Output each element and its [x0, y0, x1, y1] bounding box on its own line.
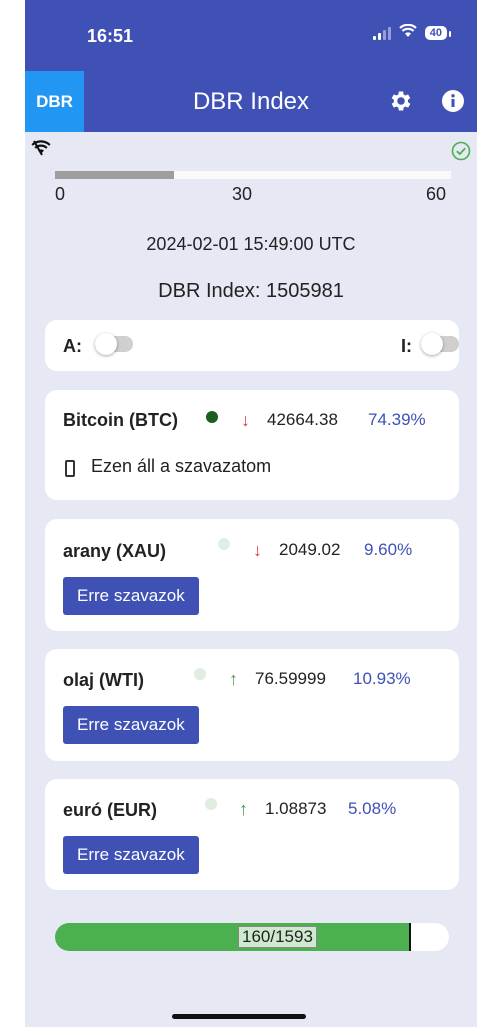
battery-icon: 40 [424, 25, 452, 40]
status-dot [206, 411, 218, 423]
asset-name: arany (XAU) [63, 541, 167, 561]
asset-card-wti: olaj (WTI) ↑ 76.59999 10.93% Erre szavaz… [45, 649, 459, 761]
toggle-a-switch[interactable] [95, 333, 133, 355]
status-time: 16:51 [87, 26, 134, 46]
index-value: DBR Index: 1505981 [158, 280, 344, 302]
status-dot [218, 538, 230, 550]
arrow-up-icon: ↑ [239, 799, 248, 819]
vote-button[interactable]: Erre szavazok [63, 836, 199, 874]
vote-progress-fill [55, 923, 410, 951]
toggle-i-switch[interactable] [421, 333, 459, 355]
app-bar: DBR DBR Index [25, 68, 477, 132]
timer-progress-bar [55, 171, 451, 179]
asset-price: 2049.02 [279, 540, 341, 559]
wifi-status-icon [398, 23, 417, 41]
asset-percent: 9.60% [364, 540, 413, 559]
status-icons: 40 [372, 23, 452, 41]
timer-tick-60: 60 [426, 184, 447, 204]
status-dot [194, 668, 206, 680]
phone-icon [65, 460, 75, 477]
asset-card-btc: Bitcoin (BTC) ↓ 42664.38 74.39% Ezen áll… [45, 390, 459, 500]
status-bar: 16:51 40 [25, 0, 477, 68]
asset-percent: 5.08% [348, 799, 397, 818]
wifi-icon [31, 140, 51, 156]
asset-price: 1.08873 [265, 799, 327, 818]
arrow-down-icon: ↓ [241, 410, 250, 430]
asset-percent: 74.39% [368, 410, 426, 429]
asset-price: 42664.38 [267, 410, 338, 429]
toggle-i-label: I: [401, 336, 412, 356]
vote-status: Ezen áll a szavazatom [91, 456, 272, 476]
timer-progress-fill [55, 171, 174, 179]
vote-button[interactable]: Erre szavazok [63, 577, 199, 615]
asset-card-xau: arany (XAU) ↓ 2049.02 9.60% Erre szavazo… [45, 519, 459, 631]
timer-tick-0: 0 [55, 184, 66, 204]
home-indicator [172, 1014, 306, 1019]
arrow-down-icon: ↓ [253, 540, 262, 560]
vote-progress-label: 160/1593 [238, 926, 317, 948]
asset-name: olaj (WTI) [63, 670, 144, 690]
arrow-up-icon: ↑ [229, 669, 238, 689]
info-icon[interactable] [441, 89, 465, 113]
asset-card-eur: euró (EUR) ↑ 1.08873 5.08% Erre szavazok [45, 779, 459, 890]
check-circle-icon [451, 141, 471, 161]
vote-progress-marker [408, 923, 411, 951]
asset-name: euró (EUR) [63, 800, 157, 820]
asset-price: 76.59999 [255, 669, 326, 688]
phone-screen: 16:51 40 DBR DBR Index 0 30 60 2024-02-0… [25, 0, 477, 1027]
toggle-a-label: A: [63, 336, 82, 356]
asset-name: Bitcoin (BTC) [63, 410, 178, 430]
vote-button[interactable]: Erre szavazok [63, 706, 199, 744]
toggle-card: A: I: [45, 320, 459, 371]
gear-icon[interactable] [388, 88, 414, 114]
asset-percent: 10.93% [353, 669, 411, 688]
status-dot [205, 798, 217, 810]
vote-progress-bar: 160/1593 [55, 923, 449, 951]
timer-tick-30: 30 [232, 184, 253, 204]
timestamp: 2024-02-01 15:49:00 UTC [146, 234, 356, 254]
signal-icon [372, 26, 391, 40]
